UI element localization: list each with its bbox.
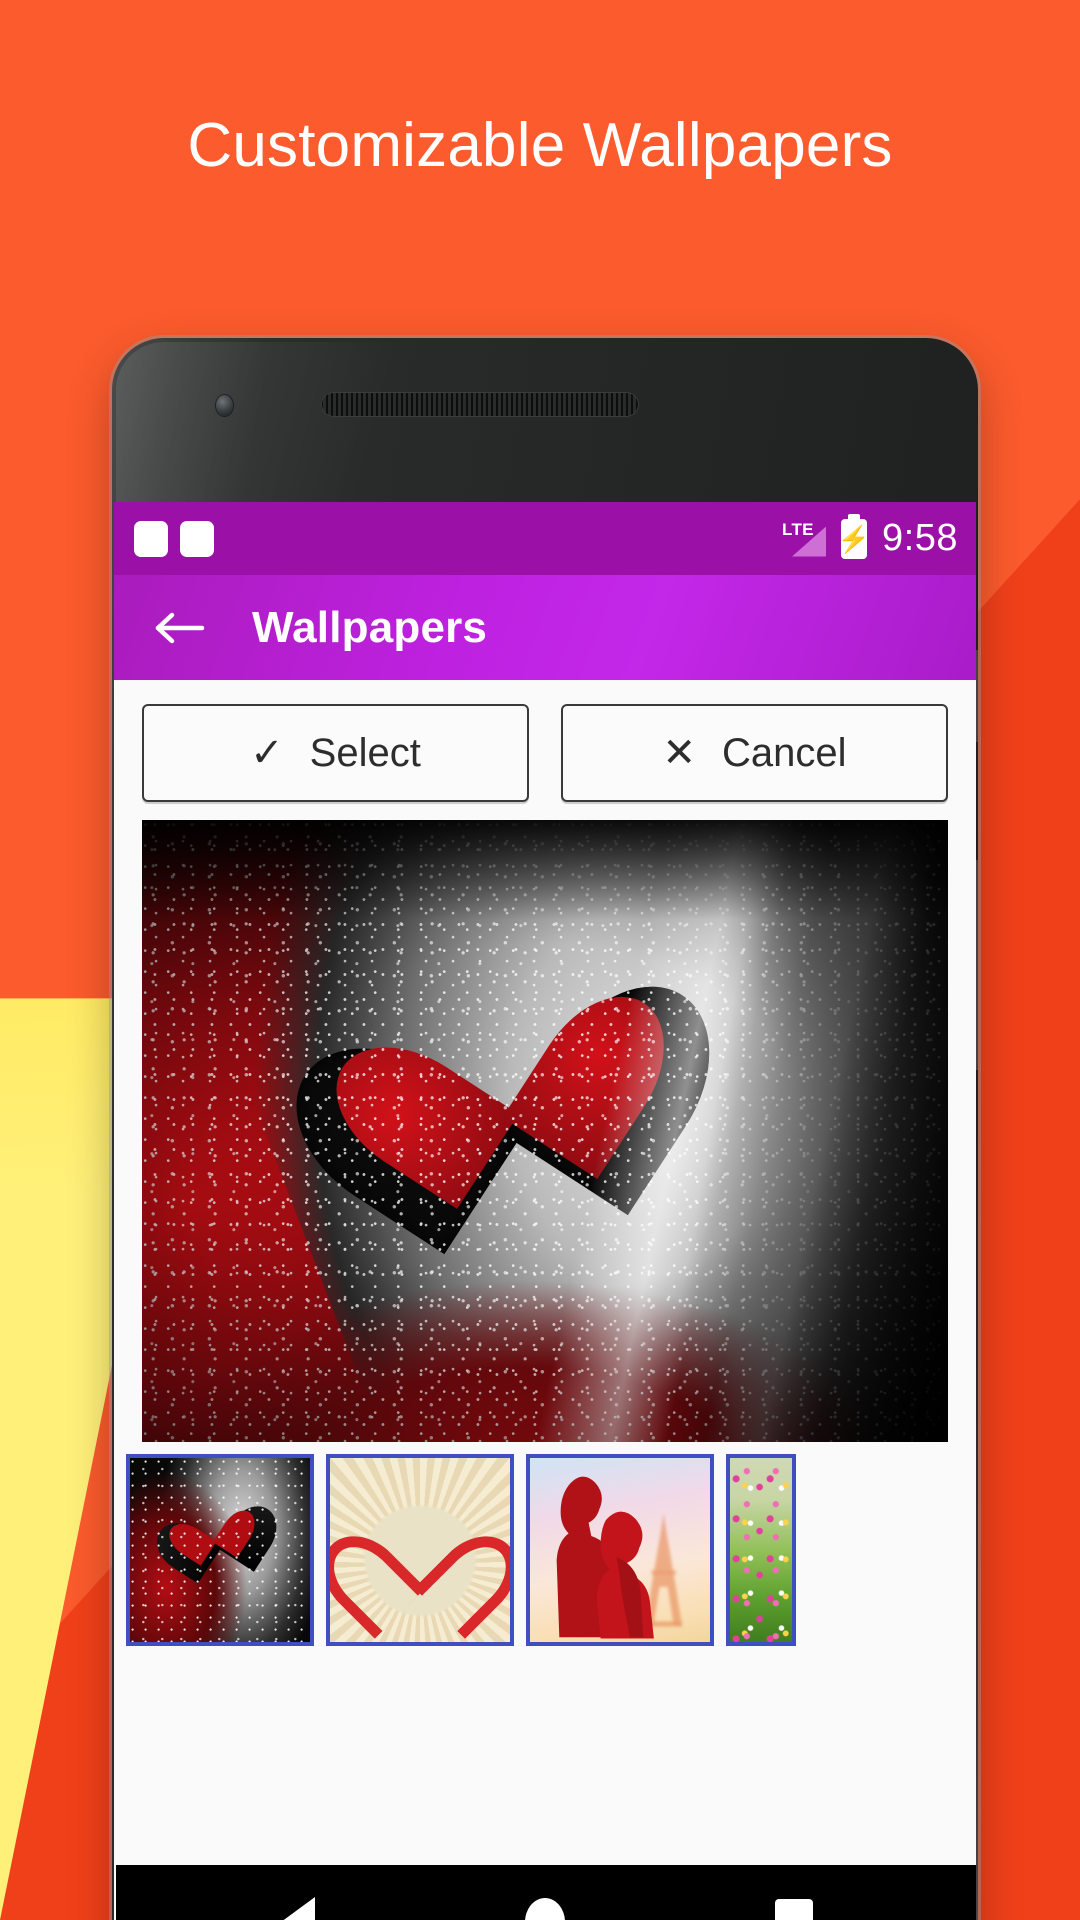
back-arrow-icon[interactable] [152,600,208,656]
thumbnail-flower-meadow[interactable] [726,1454,796,1646]
cancel-button-label: Cancel [722,730,847,775]
preview-vignette [142,820,948,1442]
wallpaper-preview-container[interactable] [114,820,976,1442]
promo-screenshot-root: Customizable Wallpapers LTE ⚡ 9:58 Wallp… [0,0,1080,1920]
battery-bolt-glyph: ⚡ [837,523,871,554]
cancel-button[interactable]: ✕ Cancel [561,704,948,802]
promo-title: Customizable Wallpapers [187,111,893,180]
earpiece-speaker-icon [321,392,639,417]
phone-screen: LTE ⚡ 9:58 Wallpapers ✓ Select ✕ Cancel [114,502,976,1920]
screen-content: ✓ Select ✕ Cancel [114,680,976,1920]
select-button[interactable]: ✓ Select [142,704,529,802]
status-bar: LTE ⚡ 9:58 [114,502,976,575]
nav-home-icon[interactable] [525,1897,565,1920]
thumbnail-flower-blossoms [730,1458,792,1642]
action-bar: ✓ Select ✕ Cancel [114,680,976,820]
thumbnail-matchstick-heart[interactable] [326,1454,514,1646]
couple-silhouette-icon [556,1477,654,1639]
select-button-label: Select [309,730,421,775]
battery-charging-icon: ⚡ [837,513,871,559]
close-icon: ✕ [662,731,696,775]
thumbnail-strip[interactable] [114,1442,976,1646]
thumbnail-wet-heart[interactable] [126,1454,314,1646]
status-bar-right: LTE ⚡ 9:58 [782,513,958,560]
wallpaper-preview[interactable] [142,820,948,1442]
phone-device-frame: LTE ⚡ 9:58 Wallpapers ✓ Select ✕ Cancel [112,338,978,1920]
app-bar: Wallpapers [114,575,976,680]
nav-recents-icon[interactable] [775,1898,813,1920]
thumbnail-wet-heart-droplets [130,1458,310,1642]
status-bar-clock: 9:58 [882,517,958,559]
thumbnail-couple-eiffel[interactable] [526,1454,714,1646]
thumbnail-matchstick-heart-shape [353,1491,486,1609]
app-bar-title: Wallpapers [252,602,488,652]
check-icon: ✓ [250,731,284,775]
nav-back-icon[interactable] [281,1896,315,1920]
front-camera-icon [216,395,233,416]
network-label: LTE [782,519,814,539]
notification-icon-1 [134,520,168,557]
signal-bars-icon: LTE [782,519,827,557]
notification-icon-2 [180,520,214,557]
notification-icons [134,520,214,557]
android-nav-bar [116,1865,976,1920]
